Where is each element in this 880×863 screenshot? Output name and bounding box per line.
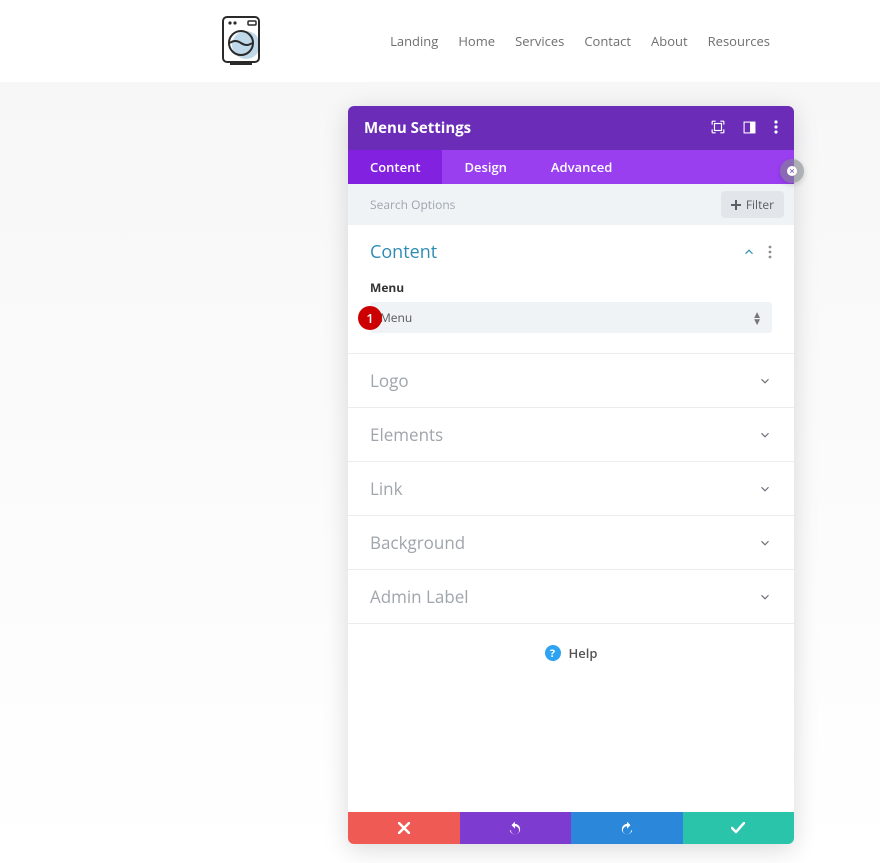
section-logo: Logo: [348, 354, 794, 408]
close-bubble-button[interactable]: [780, 159, 804, 183]
section-content-title: Content: [370, 240, 742, 264]
help-row[interactable]: ? Help: [348, 624, 794, 812]
section-link: Link: [348, 462, 794, 516]
menu-settings-modal: Menu Settings Content Design Advanced Se…: [348, 106, 794, 844]
search-row: Search Options Filter: [348, 184, 794, 225]
select-arrows-icon: ▲▼: [752, 311, 762, 325]
section-background-title: Background: [370, 531, 758, 554]
step-badge-1: 1: [358, 306, 382, 330]
tab-content[interactable]: Content: [348, 150, 442, 184]
modal-tabs: Content Design Advanced: [348, 150, 794, 184]
section-background-header[interactable]: Background: [348, 516, 794, 569]
menu-select-value: Menu: [380, 309, 412, 326]
confirm-button[interactable]: [683, 812, 795, 844]
section-admin-label-header[interactable]: Admin Label: [348, 570, 794, 623]
section-elements-header[interactable]: Elements: [348, 408, 794, 461]
nav-item-contact[interactable]: Contact: [584, 32, 631, 50]
site-logo[interactable]: [220, 15, 264, 72]
section-logo-header[interactable]: Logo: [348, 354, 794, 407]
nav-item-home[interactable]: Home: [458, 32, 495, 50]
filter-button-label: Filter: [746, 196, 774, 213]
section-logo-title: Logo: [370, 369, 758, 392]
chevron-down-icon: [758, 428, 772, 442]
modal-header[interactable]: Menu Settings: [348, 106, 794, 150]
menu-select[interactable]: 1 Menu ▲▼: [370, 302, 772, 333]
menu-field-label: Menu: [370, 279, 772, 296]
help-icon: ?: [545, 645, 561, 661]
redo-icon: [620, 821, 634, 835]
tab-advanced[interactable]: Advanced: [529, 150, 634, 184]
chevron-down-icon: [758, 536, 772, 550]
chevron-down-icon: [758, 482, 772, 496]
kebab-menu-icon[interactable]: [774, 117, 778, 139]
filter-button[interactable]: Filter: [721, 191, 784, 218]
modal-footer: [348, 812, 794, 844]
chevron-up-icon: [742, 245, 756, 259]
section-elements-title: Elements: [370, 423, 758, 446]
section-admin-label: Admin Label: [348, 570, 794, 624]
chevron-down-icon: [758, 374, 772, 388]
section-link-title: Link: [370, 477, 758, 500]
undo-button[interactable]: [460, 812, 572, 844]
plus-icon: [731, 200, 741, 210]
expand-icon[interactable]: [711, 117, 725, 139]
nav-item-about[interactable]: About: [651, 32, 688, 50]
nav-item-landing[interactable]: Landing: [390, 32, 438, 50]
main-nav: Landing Home Services Contact About Reso…: [390, 32, 770, 50]
section-content-header[interactable]: Content: [348, 225, 794, 279]
kebab-icon[interactable]: [768, 245, 772, 259]
page-background: Menu Settings Content Design Advanced Se…: [0, 82, 880, 863]
snap-panel-icon[interactable]: [743, 117, 756, 139]
site-top-bar: Landing Home Services Contact About Reso…: [0, 0, 880, 82]
search-options-input[interactable]: Search Options: [370, 196, 721, 213]
undo-icon: [508, 821, 522, 835]
close-icon: [398, 822, 410, 834]
check-icon: [731, 822, 745, 834]
cancel-button[interactable]: [348, 812, 460, 844]
nav-item-resources[interactable]: Resources: [708, 32, 770, 50]
section-admin-label-title: Admin Label: [370, 585, 758, 608]
section-elements: Elements: [348, 408, 794, 462]
nav-item-services[interactable]: Services: [515, 32, 564, 50]
help-label: Help: [569, 644, 598, 662]
tab-design[interactable]: Design: [442, 150, 528, 184]
redo-button[interactable]: [571, 812, 683, 844]
chevron-down-icon: [758, 590, 772, 604]
close-icon: [786, 165, 798, 177]
modal-title: Menu Settings: [364, 118, 711, 138]
section-link-header[interactable]: Link: [348, 462, 794, 515]
section-content: Content Menu 1 Menu ▲▼: [348, 225, 794, 354]
section-content-body: Menu 1 Menu ▲▼: [348, 279, 794, 353]
section-background: Background: [348, 516, 794, 570]
